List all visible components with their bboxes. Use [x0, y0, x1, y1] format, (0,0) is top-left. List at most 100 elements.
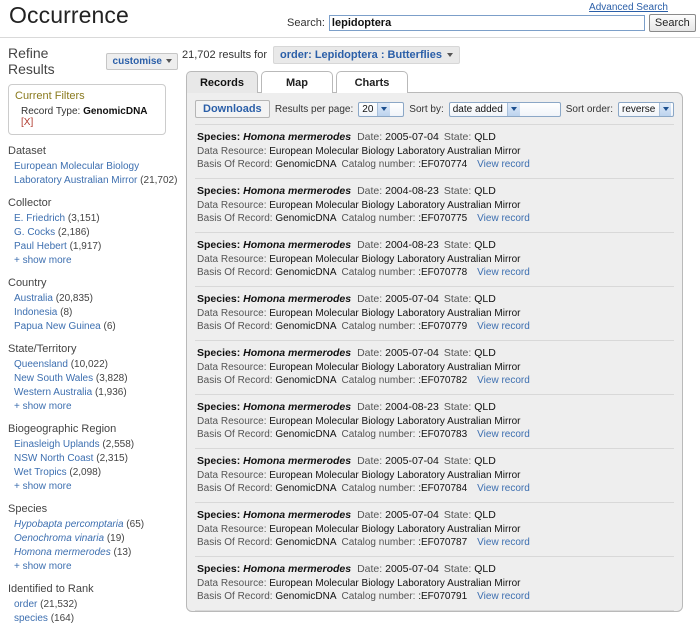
species-label: Species:: [197, 131, 240, 143]
sort-by-select[interactable]: date added: [449, 102, 561, 117]
tab-records[interactable]: Records: [186, 71, 258, 93]
view-record-link[interactable]: View record: [477, 267, 530, 278]
tab-map[interactable]: Map: [261, 71, 333, 93]
facet-link[interactable]: Indonesia: [14, 307, 57, 318]
search-button[interactable]: Search: [649, 14, 696, 32]
current-filters-box: Current Filters Record Type: GenomicDNA …: [8, 84, 166, 135]
facet-item: species (164): [8, 612, 178, 626]
species-label: Species:: [197, 347, 240, 359]
search-input[interactable]: [329, 15, 645, 31]
data-resource-label: Data Resource:: [197, 308, 266, 319]
facet-link[interactable]: Einasleigh Uplands: [14, 439, 100, 450]
facet-link[interactable]: Hypobapta percomptaria: [14, 519, 124, 530]
facet-link[interactable]: European Molecular Biology Laboratory Au…: [14, 161, 139, 186]
advanced-search-link[interactable]: Advanced Search: [589, 2, 668, 13]
breadcrumb[interactable]: order: Lepidoptera : Butterflies: [273, 46, 460, 64]
date-value: 2004-08-23: [385, 401, 439, 413]
record-primary-line: Species: Homona mermerodesDate: 2005-07-…: [197, 131, 672, 143]
facet-item: Paul Hebert (1,917): [8, 240, 178, 254]
record-row: Species: Homona mermerodesDate: 2005-07-…: [195, 449, 674, 503]
remove-filter-link[interactable]: [X]: [21, 117, 33, 128]
catalog-number-value: :EF070778: [418, 267, 467, 278]
results-per-page-value: 20: [362, 104, 373, 115]
tab-charts[interactable]: Charts: [336, 71, 408, 93]
facet-link[interactable]: order: [14, 599, 37, 610]
date-label: Date:: [357, 563, 382, 575]
view-record-link[interactable]: View record: [477, 159, 530, 170]
view-record-link[interactable]: View record: [477, 591, 530, 602]
record-basis-line: Basis Of Record: GenomicDNACatalog numbe…: [197, 537, 672, 548]
view-record-link[interactable]: View record: [477, 483, 530, 494]
date-value: 2005-07-04: [385, 131, 439, 143]
facet-link[interactable]: Paul Hebert: [14, 241, 67, 252]
state-value: QLD: [474, 185, 496, 197]
facet-link[interactable]: NSW North Coast: [14, 453, 93, 464]
view-record-link[interactable]: View record: [477, 321, 530, 332]
facet-link[interactable]: Papua New Guinea: [14, 321, 101, 332]
facet-link[interactable]: G. Cocks: [14, 227, 55, 238]
data-resource-value: European Molecular Biology Laboratory Au…: [269, 362, 520, 373]
record-data-resource-line: Data Resource: European Molecular Biolog…: [197, 362, 672, 373]
show-more-link[interactable]: + show more: [8, 480, 178, 494]
facet-link[interactable]: Western Australia: [14, 387, 92, 398]
species-name: Homona mermerodes: [243, 239, 351, 251]
record-row: Species: Homona mermerodesDate: 2005-07-…: [195, 125, 674, 179]
record-row: Species: Homona mermerodesDate: 2005-07-…: [195, 503, 674, 557]
record-primary-line: Species: Homona mermerodesDate: 2005-07-…: [197, 509, 672, 521]
show-more-link[interactable]: + show more: [8, 254, 178, 268]
data-resource-label: Data Resource:: [197, 362, 266, 373]
catalog-number-value: :EF070784: [418, 483, 467, 494]
record-basis-line: Basis Of Record: GenomicDNACatalog numbe…: [197, 375, 672, 386]
catalog-number-label: Catalog number:: [342, 483, 416, 494]
show-more-link[interactable]: + show more: [8, 400, 178, 414]
basis-of-record-value: GenomicDNA: [275, 321, 336, 332]
facet-link[interactable]: Wet Tropics: [14, 467, 67, 478]
record-data-resource-line: Data Resource: European Molecular Biolog…: [197, 470, 672, 481]
species-name: Homona mermerodes: [243, 455, 351, 467]
chevron-down-icon: [166, 59, 172, 63]
facet-link[interactable]: New South Wales: [14, 373, 93, 384]
record-row: Species: Homona mermerodesDate: 2005-07-…: [195, 287, 674, 341]
sort-by-label: Sort by:: [409, 104, 443, 115]
state-label: State:: [444, 185, 471, 197]
facet-title: Identified to Rank: [8, 583, 178, 595]
facet-link[interactable]: Homona mermerodes: [14, 547, 111, 558]
view-record-link[interactable]: View record: [477, 537, 530, 548]
sort-order-label: Sort order:: [566, 104, 613, 115]
catalog-number-value: :EF070775: [418, 213, 467, 224]
state-value: QLD: [474, 293, 496, 305]
record-row: Species: Homona mermerodesDate: 2005-07-…: [195, 557, 674, 611]
results-per-page-select[interactable]: 20: [358, 102, 404, 117]
customise-button[interactable]: customise: [106, 53, 178, 70]
facet-link[interactable]: Oenochroma vinaria: [14, 533, 104, 544]
downloads-button[interactable]: Downloads: [195, 100, 270, 118]
show-more-link[interactable]: + show more: [8, 560, 178, 574]
facet-count: (65): [126, 519, 144, 530]
facet-link[interactable]: species: [14, 613, 48, 624]
facet-count: (21,532): [40, 599, 77, 610]
view-record-link[interactable]: View record: [477, 429, 530, 440]
customise-label: customise: [113, 56, 162, 67]
facet-link[interactable]: Australia: [14, 293, 53, 304]
state-label: State:: [444, 563, 471, 575]
results-per-page-label: Results per page:: [275, 104, 353, 115]
facet-count: (1,936): [95, 387, 127, 398]
state-value: QLD: [474, 455, 496, 467]
facet-count: (6): [104, 321, 116, 332]
view-record-link[interactable]: View record: [477, 213, 530, 224]
date-value: 2005-07-04: [385, 563, 439, 575]
record-primary-line: Species: Homona mermerodesDate: 2004-08-…: [197, 401, 672, 413]
sort-order-select[interactable]: reverse: [618, 102, 674, 117]
facet-item: European Molecular Biology Laboratory Au…: [8, 160, 178, 188]
species-label: Species:: [197, 293, 240, 305]
facet-link[interactable]: E. Friedrich: [14, 213, 65, 224]
view-record-link[interactable]: View record: [477, 375, 530, 386]
record-primary-line: Species: Homona mermerodesDate: 2004-08-…: [197, 185, 672, 197]
state-value: QLD: [474, 347, 496, 359]
facet-link[interactable]: Queensland: [14, 359, 68, 370]
date-label: Date:: [357, 185, 382, 197]
facet-item: Homona mermerodes (13): [8, 546, 178, 560]
basis-of-record-value: GenomicDNA: [275, 213, 336, 224]
facet-group: CountryAustralia (20,835)Indonesia (8)Pa…: [8, 277, 178, 334]
basis-of-record-value: GenomicDNA: [275, 429, 336, 440]
